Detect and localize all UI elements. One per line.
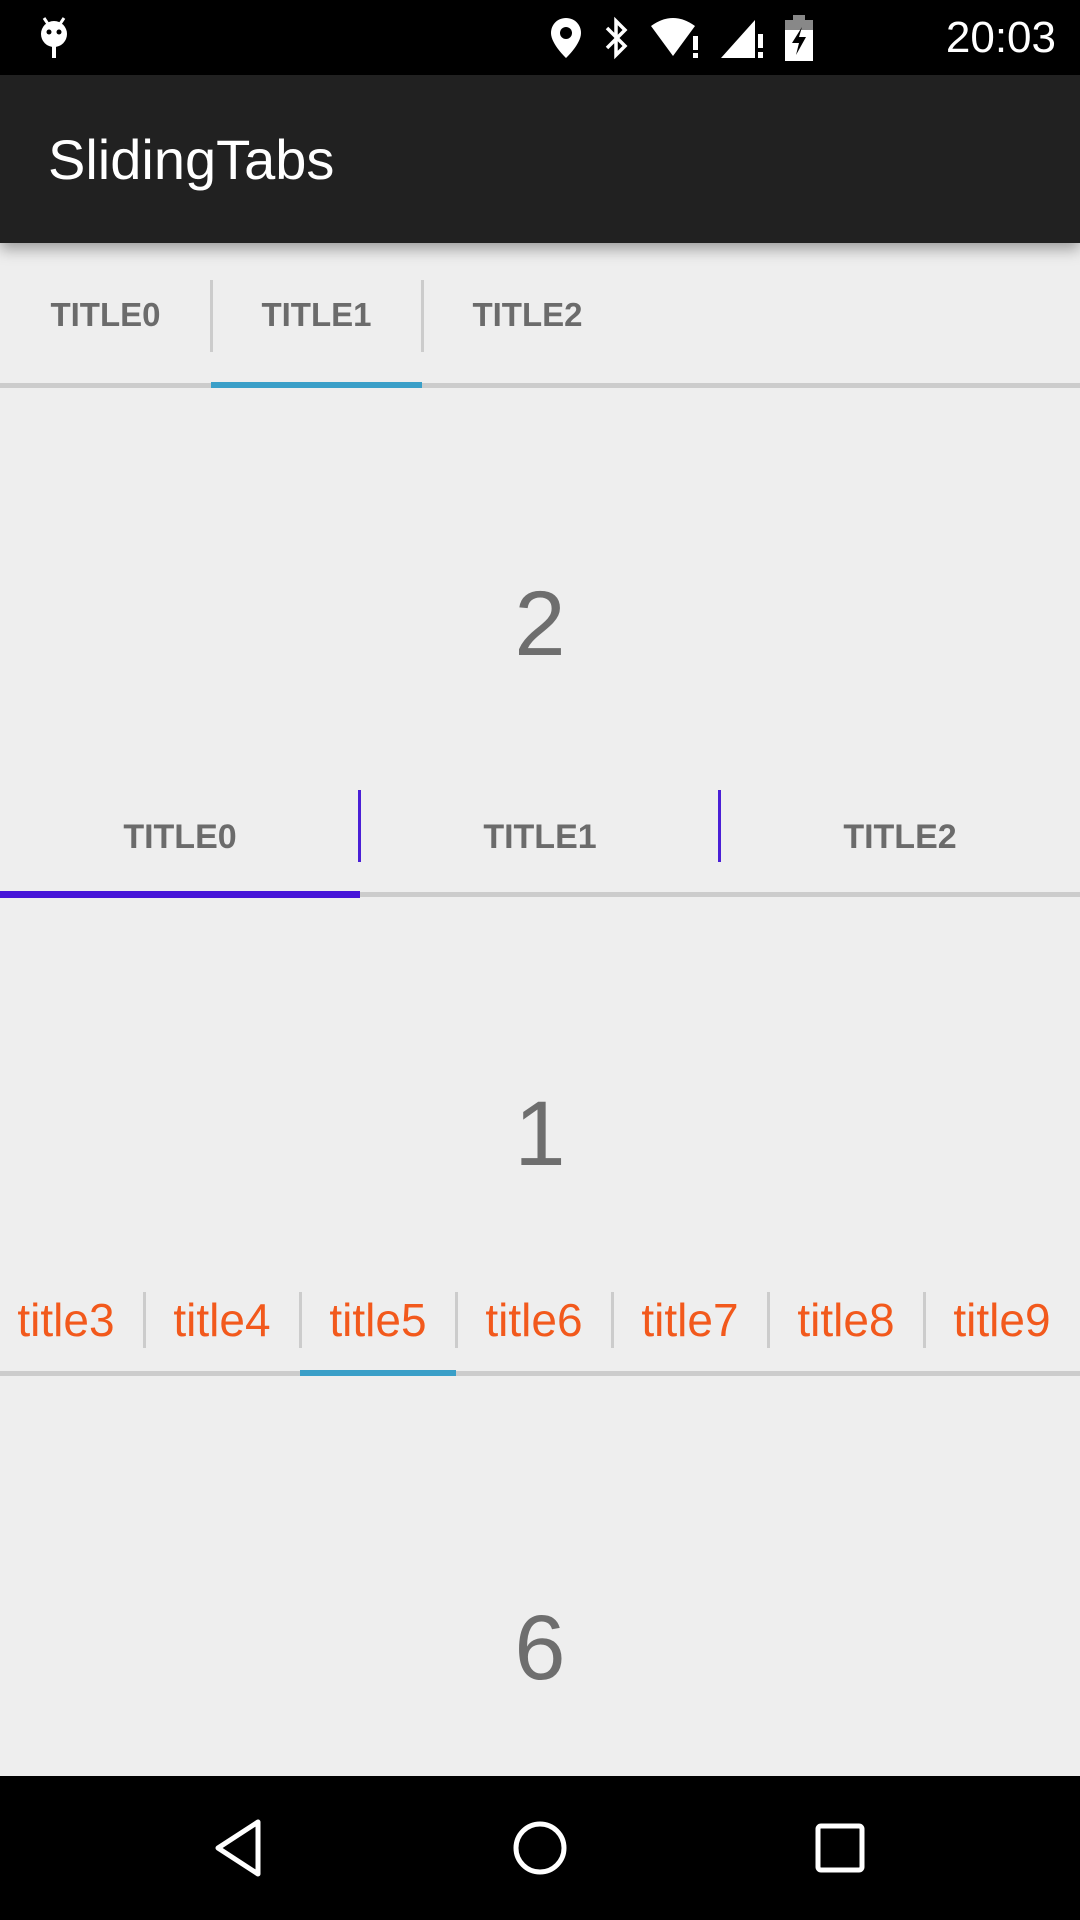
tab-top-1[interactable]: TITLE1 <box>211 243 422 387</box>
battery-charging-icon <box>785 15 813 61</box>
status-bar: 20:03 <box>0 0 1080 75</box>
tab-selected-indicator <box>211 382 422 388</box>
bluetooth-icon <box>605 16 628 60</box>
tab-selected-indicator <box>300 1370 456 1376</box>
tab-bottom-title6[interactable]: title6 <box>456 1270 612 1370</box>
tab-top-0[interactable]: TITLE0 <box>0 243 211 387</box>
home-icon[interactable] <box>508 1816 572 1880</box>
tab-bottom-title4[interactable]: title4 <box>144 1270 300 1370</box>
status-icons <box>549 14 815 62</box>
recents-icon[interactable] <box>808 1816 872 1880</box>
wifi-alert-icon <box>651 18 698 58</box>
tab-strip-middle: TITLE0 TITLE1 TITLE2 <box>0 782 1080 898</box>
tab-bottom-title5[interactable]: title5 <box>300 1270 456 1370</box>
tab-strip-baseline <box>0 1371 1080 1376</box>
page-number-bottom: 6 <box>514 1597 566 1699</box>
tab-strip-baseline <box>0 383 1080 388</box>
tab-top-2[interactable]: TITLE2 <box>422 243 633 387</box>
back-icon[interactable] <box>208 1816 272 1880</box>
page-number-top: 2 <box>514 573 566 675</box>
app-toolbar: SlidingTabs <box>0 75 1080 243</box>
android-debug-icon <box>41 17 67 58</box>
signal-alert-icon <box>721 20 763 58</box>
tab-bottom-title7[interactable]: title7 <box>612 1270 768 1370</box>
tab-bottom-title8[interactable]: title8 <box>768 1270 924 1370</box>
tab-strip-bottom: title3 title4 title5 title6 title7 title… <box>0 1270 1080 1378</box>
page-number-middle: 1 <box>514 1083 566 1185</box>
tab-bottom-title3[interactable]: title3 <box>0 1270 144 1370</box>
tab-middle-1[interactable]: TITLE1 <box>360 782 720 892</box>
location-icon <box>551 18 581 58</box>
tab-selected-indicator <box>0 891 360 898</box>
app-title: SlidingTabs <box>48 128 335 191</box>
tab-middle-0[interactable]: TITLE0 <box>0 782 360 892</box>
tab-middle-2[interactable]: TITLE2 <box>720 782 1080 892</box>
tab-strip-top: TITLE0 TITLE1 TITLE2 <box>0 243 1080 388</box>
status-clock: 20:03 <box>945 13 1056 62</box>
tab-bottom-title9[interactable]: title9 <box>924 1270 1080 1370</box>
navigation-bar <box>0 1776 1080 1920</box>
